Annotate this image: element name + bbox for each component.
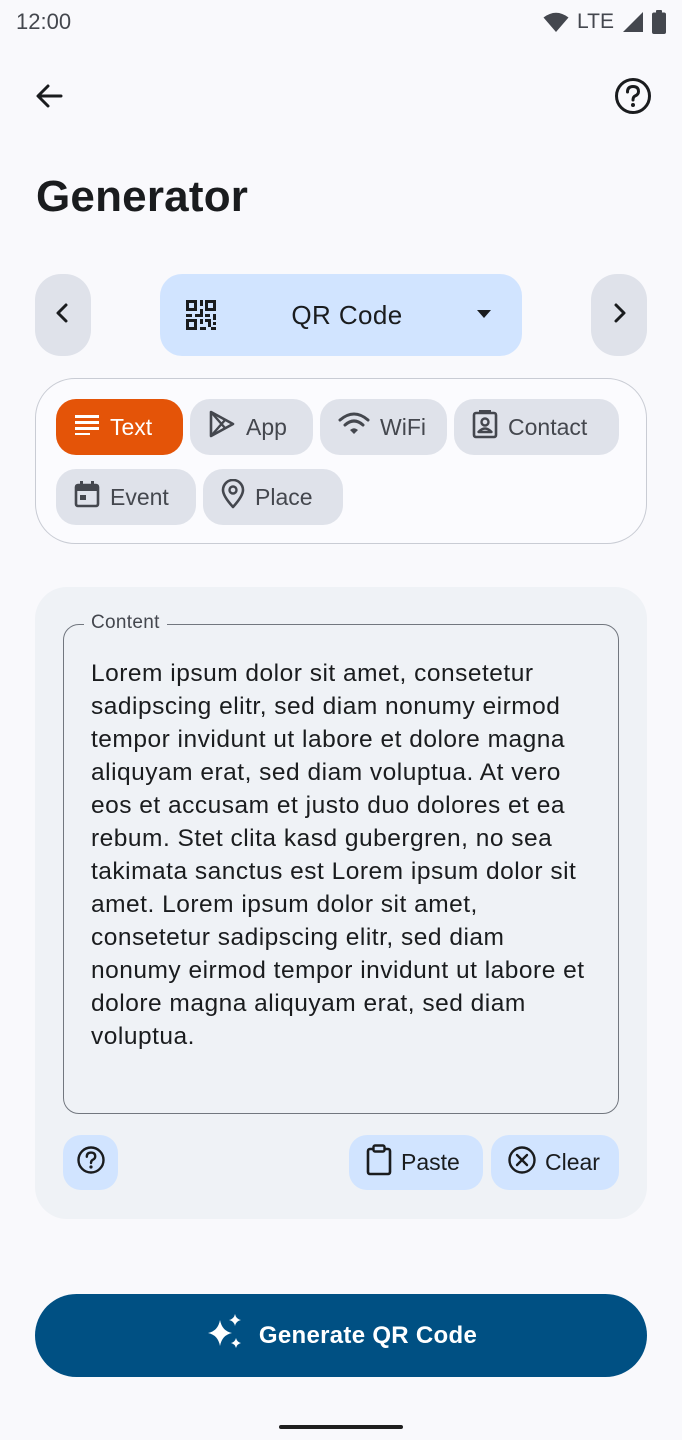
- text-lines-icon: [74, 413, 100, 441]
- chip-app[interactable]: App: [190, 399, 313, 455]
- status-bar: 12:00 LTE: [0, 0, 682, 44]
- content-field-label: Content: [84, 612, 167, 634]
- chip-label: Event: [110, 483, 169, 510]
- wifi-icon: [338, 412, 370, 442]
- qr-code-icon: [184, 298, 218, 332]
- status-time: 12:00: [16, 9, 72, 34]
- next-type-button[interactable]: [591, 274, 647, 356]
- content-help-button[interactable]: [63, 1135, 118, 1190]
- content-card: Content Lorem ipsum dolor sit amet, cons…: [35, 587, 647, 1219]
- clear-label: Clear: [545, 1149, 600, 1175]
- home-indicator[interactable]: [279, 1425, 403, 1429]
- previous-type-button[interactable]: [35, 274, 91, 356]
- chip-event[interactable]: Event: [56, 469, 196, 525]
- chip-text[interactable]: Text: [56, 399, 183, 455]
- clipboard-icon: [365, 1143, 393, 1182]
- status-icons: LTE: [543, 10, 666, 34]
- chip-place[interactable]: Place: [203, 469, 343, 525]
- contact-card-icon: [472, 409, 498, 445]
- back-button[interactable]: [25, 74, 73, 122]
- arrow-back-icon: [33, 80, 65, 117]
- calendar-icon: [74, 480, 100, 514]
- generate-button[interactable]: Generate QR Code: [35, 1294, 647, 1377]
- code-type-selector: QR Code: [35, 274, 647, 356]
- chip-wifi[interactable]: WiFi: [320, 399, 447, 455]
- caret-down-icon: [476, 306, 492, 324]
- help-circle-icon: [614, 77, 652, 120]
- play-store-icon: [208, 410, 236, 444]
- chevron-left-icon: [53, 301, 73, 330]
- chip-label: Text: [110, 413, 153, 440]
- network-type: LTE: [577, 10, 614, 33]
- paste-label: Paste: [401, 1149, 460, 1175]
- wifi-icon: [543, 11, 569, 33]
- content-type-chips: Text App WiFi Contact Event Place: [35, 378, 647, 544]
- chip-label: Contact: [508, 413, 588, 440]
- help-button[interactable]: [609, 74, 657, 122]
- cell-signal-icon: [622, 11, 644, 33]
- chevron-right-icon: [609, 301, 629, 330]
- code-type-dropdown[interactable]: QR Code: [160, 274, 522, 356]
- generate-label: Generate QR Code: [258, 1321, 478, 1349]
- code-type-label: QR Code: [291, 299, 403, 330]
- chip-label: App: [246, 413, 287, 440]
- clear-button[interactable]: Clear: [491, 1135, 619, 1190]
- chip-contact[interactable]: Contact: [454, 399, 619, 455]
- location-pin-icon: [221, 478, 245, 515]
- paste-button[interactable]: Paste: [349, 1135, 483, 1190]
- content-text[interactable]: Lorem ipsum dolor sit amet, consetetur s…: [91, 657, 601, 1053]
- page-title: Generator: [36, 172, 249, 221]
- content-textarea[interactable]: Content Lorem ipsum dolor sit amet, cons…: [63, 612, 619, 1114]
- chip-label: WiFi: [380, 413, 426, 440]
- top-app-bar: [0, 70, 682, 126]
- sparkle-icon: [205, 1312, 245, 1359]
- clear-circle-icon: [507, 1145, 537, 1181]
- battery-icon: [652, 10, 666, 34]
- chip-label: Place: [255, 483, 313, 510]
- help-circle-icon: [76, 1145, 106, 1180]
